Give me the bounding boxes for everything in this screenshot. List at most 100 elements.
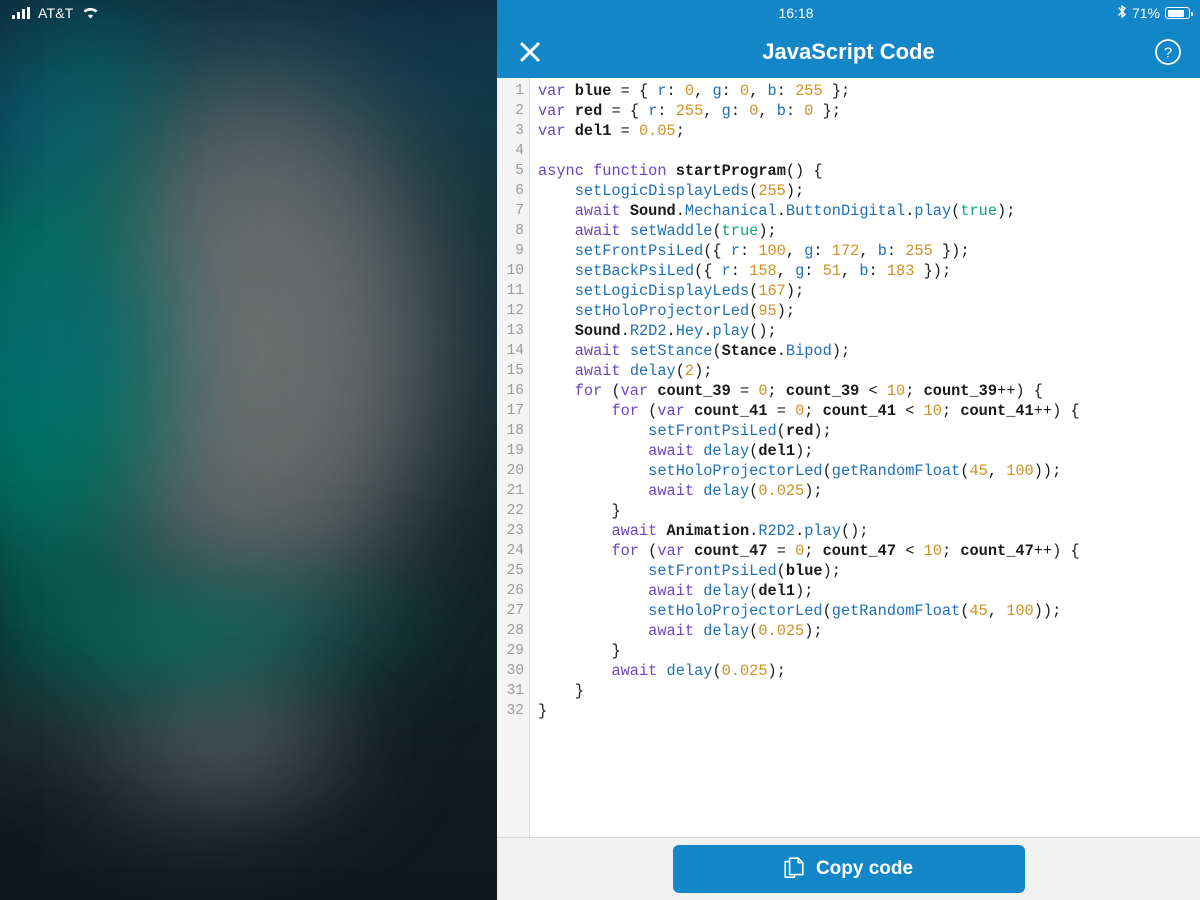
code-token: b (859, 262, 869, 280)
code-token: ( (951, 202, 961, 220)
code-line: await delay(del1); (538, 441, 1200, 461)
line-number: 13 (506, 323, 524, 339)
code-token: play (914, 202, 952, 220)
code-token: )); (1033, 602, 1062, 620)
code-token: . (675, 202, 685, 220)
page-title: JavaScript Code (762, 39, 935, 64)
sheet-title-bar: JavaScript Code ? (497, 26, 1200, 78)
code-token: await (611, 662, 658, 680)
code-token: = (767, 402, 796, 420)
code-token: setFrontPsiLed (574, 242, 704, 260)
code-token: setFrontPsiLed (648, 562, 777, 580)
line-number-gutter: 1 2 3 4 5 6 7 8 9 10 11 12 13 14 15 16 17 18 19 20 21 22 23 24 2… (497, 78, 530, 838)
code-token: var (657, 402, 685, 420)
app-screen: AT&T 16:18 71% JavaScript Code ? 1 2 3 4… (0, 0, 1200, 900)
code-token: for (574, 382, 603, 400)
code-token: await (574, 222, 621, 240)
code-content[interactable]: var blue = { r: 0, g: 0, b: 255 }; var re… (530, 78, 1200, 838)
code-token: 0 (740, 82, 750, 100)
code-line: } (538, 641, 1200, 661)
close-button[interactable] (515, 37, 545, 67)
code-token: 0 (795, 402, 805, 420)
line-number: 7 (515, 203, 524, 219)
code-token: ( (749, 302, 759, 320)
code-token: setHoloProjectorLed (648, 602, 823, 620)
code-token: } (538, 702, 548, 720)
code-token: , (987, 462, 1007, 480)
line-number: 6 (515, 183, 524, 199)
code-token: R2D2 (629, 322, 667, 340)
code-token: delay (629, 362, 676, 380)
line-number: 21 (506, 483, 524, 499)
code-token: . (795, 522, 805, 540)
line-number: 1 (515, 83, 524, 99)
battery-icon (1165, 7, 1193, 19)
code-token: 255 (758, 182, 786, 200)
code-token: (); (749, 322, 777, 340)
code-token: function (593, 162, 667, 180)
code-token: async (538, 162, 584, 180)
code-token: ; (804, 542, 823, 560)
line-number: 3 (515, 123, 524, 139)
code-token: = { (602, 102, 649, 120)
code-token: count_47 (960, 542, 1034, 560)
code-token: ); (831, 342, 851, 360)
right-status-bar: 16:18 71% (497, 0, 1200, 26)
code-token: getRandomFloat (831, 462, 961, 480)
code-token: : (785, 102, 805, 120)
code-token: 172 (831, 242, 860, 260)
code-token: delay (703, 582, 750, 600)
code-token: } (611, 502, 621, 520)
code-token: 45 (969, 462, 988, 480)
code-token: setStance (629, 342, 713, 360)
code-token: delay (666, 662, 713, 680)
line-number: 10 (506, 263, 524, 279)
code-token: ); (804, 622, 823, 640)
code-token: b (877, 242, 887, 260)
line-number: 24 (506, 543, 524, 559)
code-token: , (840, 262, 860, 280)
code-token: ( (749, 622, 759, 640)
help-button[interactable]: ? (1154, 38, 1182, 66)
code-token: ( (749, 482, 759, 500)
code-token: for (611, 542, 639, 560)
code-line: setHoloProjectorLed(getRandomFloat(45, 1… (538, 601, 1200, 621)
code-token: 0 (684, 82, 695, 100)
code-token: await (574, 202, 621, 220)
code-token: 0 (758, 382, 768, 400)
copy-code-button[interactable]: Copy code (672, 845, 1025, 893)
code-token: del1 (758, 442, 796, 460)
line-number: 20 (506, 463, 524, 479)
code-token: : (730, 102, 750, 120)
code-token: true (721, 222, 759, 240)
code-line: setFrontPsiLed(blue); (538, 561, 1200, 581)
code-line: await delay(0.025); (538, 481, 1200, 501)
code-token: del1 (574, 122, 612, 140)
code-token: var (657, 542, 685, 560)
code-token: < (896, 542, 924, 560)
code-token: ; (804, 402, 823, 420)
code-token: 100 (758, 242, 786, 260)
code-token: } (611, 642, 621, 660)
code-token: delay (703, 622, 750, 640)
code-token: 100 (1006, 602, 1034, 620)
code-editor[interactable]: 1 2 3 4 5 6 7 8 9 10 11 12 13 14 15 16 17 18 19 20 21 22 23 24 2… (497, 78, 1200, 838)
code-token: : (730, 262, 750, 280)
code-line: } (538, 701, 1200, 721)
code-token: var (538, 82, 566, 100)
code-token: 95 (758, 302, 777, 320)
line-number: 27 (506, 603, 524, 619)
